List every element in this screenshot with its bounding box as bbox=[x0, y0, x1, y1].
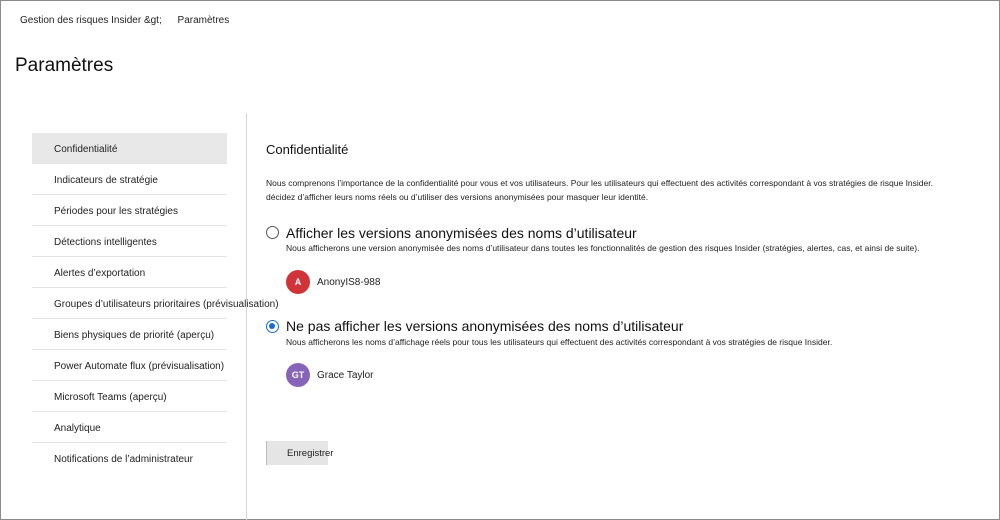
anonymized-option-description: Nous afficherons une version anonymisée … bbox=[286, 243, 920, 253]
real-names-option-title[interactable]: Ne pas afficher les versions anonymisées… bbox=[286, 318, 683, 334]
breadcrumb-parent-link[interactable]: Gestion des risques Insider &gt; bbox=[20, 15, 162, 26]
real-names-radio[interactable] bbox=[266, 320, 279, 333]
privacy-intro-line-1: Nous comprenons l’importance de la confi… bbox=[266, 178, 933, 188]
sidebar-item-export-alerts[interactable]: Alertes d’exportation bbox=[32, 257, 227, 288]
sidebar-item-priority-user-groups[interactable]: Groupes d’utilisateurs prioritaires (pré… bbox=[32, 288, 279, 319]
sidebar-item-policy-timeframes[interactable]: Périodes pour les stratégies bbox=[32, 195, 227, 226]
real-example-name: Grace Taylor bbox=[317, 370, 374, 381]
sidebar-item-analytics[interactable]: Analytique bbox=[32, 412, 227, 443]
sidebar-item-microsoft-teams[interactable]: Microsoft Teams (aperçu) bbox=[32, 381, 227, 412]
avatar: GT bbox=[286, 363, 310, 387]
breadcrumb-current: Paramètres bbox=[177, 15, 230, 26]
anonymized-option-title[interactable]: Afficher les versions anonymisées des no… bbox=[286, 225, 637, 241]
sidebar-item-privacy[interactable]: Confidentialité bbox=[32, 133, 227, 164]
avatar: A bbox=[286, 270, 310, 294]
sidebar-item-intelligent-detections[interactable]: Détections intelligentes bbox=[32, 226, 227, 257]
breadcrumb: Gestion des risques Insider &gt; Paramèt… bbox=[20, 15, 229, 26]
privacy-intro-line-2: décidez d’afficher leurs noms réels ou d… bbox=[266, 192, 649, 202]
anonymized-names-radio[interactable] bbox=[266, 226, 279, 239]
sidebar-item-power-automate-flows[interactable]: Power Automate flux (prévisualisation) bbox=[32, 350, 227, 381]
sidebar-item-priority-physical-assets[interactable]: Biens physiques de priorité (aperçu) bbox=[32, 319, 227, 350]
page-title: Paramètres bbox=[15, 55, 114, 76]
real-names-option-description: Nous afficherons les noms d’affichage ré… bbox=[286, 337, 833, 347]
sidebar-item-policy-indicators[interactable]: Indicateurs de stratégie bbox=[32, 164, 227, 195]
sidebar-item-admin-notifications[interactable]: Notifications de l’administrateur bbox=[32, 443, 227, 474]
settings-sidebar: Confidentialité Indicateurs de stratégie… bbox=[32, 133, 279, 474]
privacy-intro: Nous comprenons l’importance de la confi… bbox=[266, 176, 991, 204]
save-button[interactable]: Enregistrer bbox=[266, 441, 333, 465]
vertical-divider bbox=[246, 113, 247, 520]
anonymized-example-name: AnonyIS8-988 bbox=[317, 277, 381, 288]
section-title: Confidentialité bbox=[266, 142, 349, 157]
